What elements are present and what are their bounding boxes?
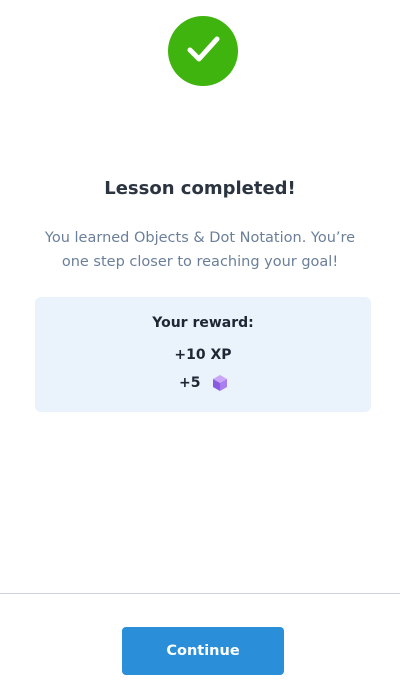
page-title: Lesson completed! <box>104 178 296 199</box>
gem-icon <box>212 374 228 392</box>
reward-heading: Your reward: <box>152 315 254 331</box>
footer-divider <box>0 593 400 594</box>
continue-button[interactable]: Continue <box>122 627 284 675</box>
lesson-description: You learned Objects & Dot Notation. You’… <box>44 230 356 270</box>
reward-gems-amount: +5 <box>179 375 201 391</box>
checkmark-icon <box>182 28 224 74</box>
reward-gems: +5 <box>179 372 228 394</box>
lesson-complete-screen: Lesson completed! You learned Objects & … <box>0 0 400 696</box>
reward-xp: +10 XP <box>174 347 232 363</box>
reward-card: Your reward: +10 XP +5 <box>35 297 371 412</box>
success-badge <box>168 16 238 86</box>
